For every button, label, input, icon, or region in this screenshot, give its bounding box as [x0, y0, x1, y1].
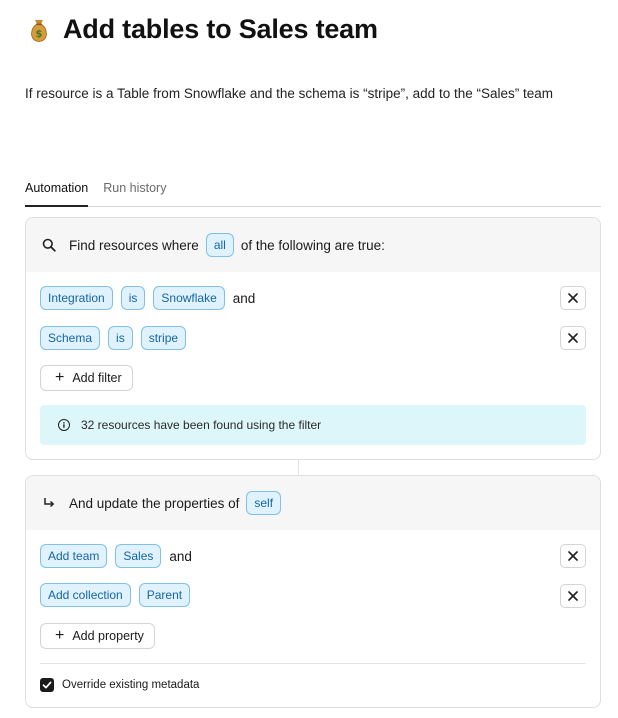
- divider: [40, 663, 586, 664]
- filter-row: Integration is Snowflake and: [40, 286, 255, 310]
- filter-value-chip[interactable]: stripe: [140, 326, 187, 350]
- automation-description: If resource is a Table from Snowflake an…: [25, 86, 553, 101]
- property-connector: and: [169, 548, 192, 564]
- update-prefix: And update the properties of: [69, 495, 240, 511]
- tab-bar: Automation Run history: [25, 180, 601, 207]
- filter-field-chip[interactable]: Integration: [40, 286, 113, 310]
- add-filter-button[interactable]: + Add filter: [40, 365, 133, 391]
- plus-icon: +: [55, 369, 65, 386]
- update-card: And update the properties of self Add te…: [25, 475, 601, 708]
- search-icon: [42, 238, 56, 252]
- add-filter-label: Add filter: [72, 371, 122, 385]
- tab-run-history[interactable]: Run history: [103, 180, 166, 207]
- close-icon: [568, 591, 578, 601]
- property-value-chip[interactable]: Sales: [115, 544, 162, 568]
- quantifier-chip[interactable]: all: [205, 233, 234, 257]
- add-property-button[interactable]: + Add property: [40, 623, 155, 649]
- tab-automation[interactable]: Automation: [25, 180, 89, 207]
- filter-suffix: of the following are true:: [240, 237, 385, 253]
- remove-filter-button[interactable]: [560, 286, 586, 310]
- filter-row: Schema is stripe: [40, 326, 194, 350]
- remove-property-button[interactable]: [560, 584, 586, 608]
- close-icon: [568, 333, 578, 343]
- filter-result-info: 32 resources have been found using the f…: [40, 405, 586, 445]
- property-action-chip[interactable]: Add team: [40, 544, 108, 568]
- filter-card: Find resources where all of the followin…: [25, 217, 601, 460]
- remove-property-button[interactable]: [560, 544, 586, 568]
- filter-operator-chip[interactable]: is: [120, 286, 146, 310]
- property-row: Add team Sales and: [40, 544, 192, 568]
- page-title: Add tables to Sales team: [63, 14, 378, 44]
- filter-card-header: Find resources where all of the followin…: [26, 218, 600, 272]
- filter-prefix: Find resources where: [69, 237, 199, 253]
- info-text: 32 resources have been found using the f…: [81, 418, 322, 432]
- override-metadata-checkbox[interactable]: [40, 678, 54, 692]
- filter-operator-chip[interactable]: is: [108, 326, 133, 350]
- filter-field-chip[interactable]: Schema: [40, 326, 101, 350]
- override-metadata-option: Override existing metadata: [40, 678, 199, 692]
- filter-connector: and: [232, 290, 256, 306]
- card-connector-line: [298, 460, 299, 476]
- update-card-header: And update the properties of self: [26, 476, 600, 530]
- add-property-label: Add property: [72, 629, 144, 643]
- plus-icon: +: [55, 627, 65, 644]
- close-icon: [568, 293, 578, 303]
- page-header: $ Add tables to Sales team: [27, 14, 378, 45]
- property-row: Add collection Parent: [40, 583, 198, 607]
- override-metadata-label: Override existing metadata: [62, 679, 200, 691]
- target-chip[interactable]: self: [246, 491, 282, 515]
- property-value-chip[interactable]: Parent: [138, 583, 191, 607]
- filter-value-chip[interactable]: Snowflake: [153, 286, 225, 310]
- checkmark-icon: [42, 681, 52, 689]
- money-bag-icon: $: [27, 17, 51, 43]
- property-action-chip[interactable]: Add collection: [40, 583, 131, 607]
- close-icon: [568, 551, 578, 561]
- remove-filter-button[interactable]: [560, 326, 586, 350]
- svg-text:$: $: [36, 29, 43, 40]
- arrow-turn-down-right-icon: [42, 496, 56, 510]
- info-icon: [58, 419, 70, 431]
